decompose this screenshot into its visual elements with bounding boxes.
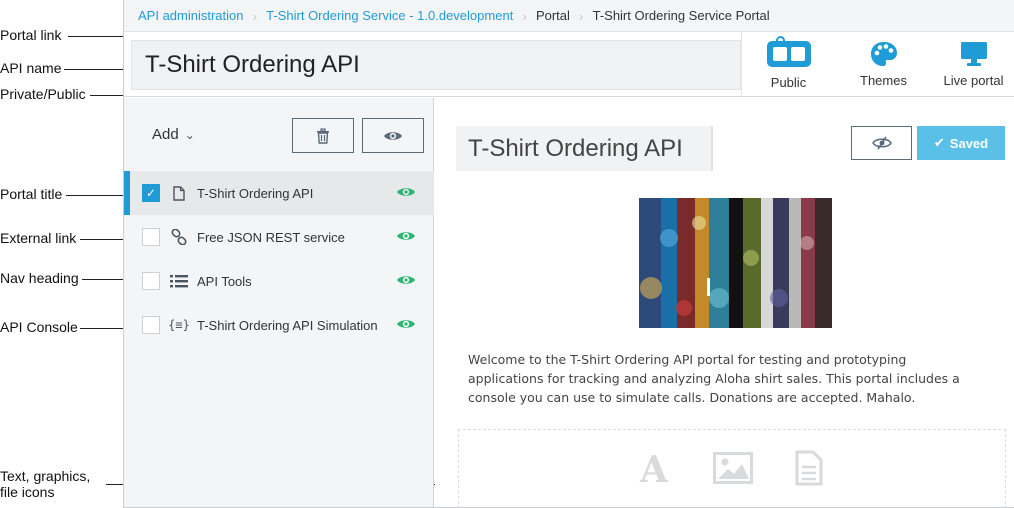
breadcrumb: API administration › T-Shirt Ordering Se… (124, 0, 1014, 32)
trash-icon (317, 127, 329, 144)
preview-button[interactable] (362, 118, 424, 153)
public-toggle-button[interactable]: Public (741, 32, 835, 96)
text-block-icon[interactable]: A (640, 450, 668, 490)
visible-eye-icon[interactable] (396, 274, 416, 289)
checkmark-icon: ✔ (933, 135, 945, 150)
nav-item-label: T-Shirt Ordering API (197, 185, 314, 201)
callout-api-name: API name (0, 60, 62, 76)
portal-editor: API administration › T-Shirt Ordering Se… (123, 0, 1014, 508)
callout-private-public: Private/Public (0, 86, 86, 102)
hide-page-button[interactable] (851, 126, 912, 160)
breadcrumb-separator: › (522, 7, 527, 24)
nav-item-portal-title[interactable]: ✓ T-Shirt Ordering API (124, 171, 434, 215)
public-label: Public (770, 75, 807, 90)
callout-api-console: API Console (0, 319, 78, 335)
live-portal-label: Live portal (943, 73, 1004, 88)
console-icon: {≡} (168, 318, 190, 332)
breadcrumb-current-portal: T-Shirt Ordering Service Portal (592, 8, 770, 23)
monitor-icon (960, 42, 987, 66)
lock-toggle-icon (766, 36, 811, 67)
item-checkbox[interactable] (142, 316, 160, 334)
add-dropdown[interactable]: Add ⌄ (152, 126, 195, 143)
welcome-text[interactable]: Welcome to the T-Shirt Ordering API port… (468, 350, 978, 407)
callout-nav-heading: Nav heading (0, 270, 79, 286)
breadcrumb-separator: › (578, 7, 584, 24)
image-block-icon[interactable] (713, 452, 753, 489)
aloha-shirts-image[interactable] (639, 198, 832, 328)
themes-label: Themes (860, 73, 907, 88)
breadcrumb-portal: Portal (535, 8, 570, 23)
api-name-field[interactable]: T-Shirt Ordering API (131, 40, 741, 90)
chevron-down-icon: ⌄ (184, 127, 195, 142)
nav-item-label: Free JSON REST service (197, 229, 345, 245)
live-portal-button[interactable]: Live portal (932, 32, 1014, 96)
visible-eye-icon[interactable] (396, 186, 416, 201)
add-label: Add (152, 126, 179, 143)
nav-item-api-console[interactable]: {≡} T-Shirt Ordering API Simulation (124, 303, 434, 347)
saved-button[interactable]: ✔ Saved (917, 126, 1005, 160)
eye-slash-icon (871, 136, 892, 150)
file-block-icon[interactable] (795, 450, 823, 491)
visible-eye-icon[interactable] (396, 230, 416, 245)
portal-nav-sidebar: Add ⌄ ✓ T-Shirt Ordering API Free JSON R… (124, 98, 434, 507)
eye-icon (384, 131, 402, 140)
callout-portal-title: Portal title (0, 186, 63, 202)
item-checkbox[interactable]: ✓ (142, 184, 160, 202)
themes-button[interactable]: Themes (835, 32, 932, 96)
breadcrumb-service[interactable]: T-Shirt Ordering Service - 1.0.developme… (266, 8, 513, 23)
visible-eye-icon[interactable] (396, 318, 416, 333)
nav-item-external-link[interactable]: Free JSON REST service (124, 215, 434, 259)
portal-header: T-Shirt Ordering API Public Themes Live … (124, 32, 1014, 97)
callout-content-icons-2: file icons (0, 484, 55, 500)
palette-icon (870, 42, 897, 66)
text-cursor (707, 278, 710, 296)
callout-content-icons: Text, graphics, (0, 468, 91, 484)
portal-title-field[interactable]: T-Shirt Ordering API (456, 126, 713, 171)
page-icon (168, 185, 190, 201)
item-checkbox[interactable] (142, 272, 160, 290)
breadcrumb-api-administration[interactable]: API administration (138, 8, 244, 23)
item-checkbox[interactable] (142, 228, 160, 246)
shirt-rack-graphic (639, 198, 832, 328)
nav-item-nav-heading[interactable]: API Tools (124, 259, 434, 303)
content-block-drop-zone[interactable]: A (458, 429, 1006, 507)
breadcrumb-separator: › (252, 7, 258, 24)
callout-external-link: External link (0, 230, 77, 246)
nav-item-label: API Tools (197, 273, 252, 289)
list-icon (168, 274, 190, 288)
delete-button[interactable] (292, 118, 354, 153)
page-content-editor: T-Shirt Ordering API ✔ Saved Welcome to … (435, 98, 1014, 507)
saved-label: Saved (949, 135, 989, 151)
callout-portal-link: Portal link (0, 27, 62, 43)
nav-item-label: T-Shirt Ordering API Simulation (197, 317, 378, 333)
link-icon (168, 229, 190, 245)
